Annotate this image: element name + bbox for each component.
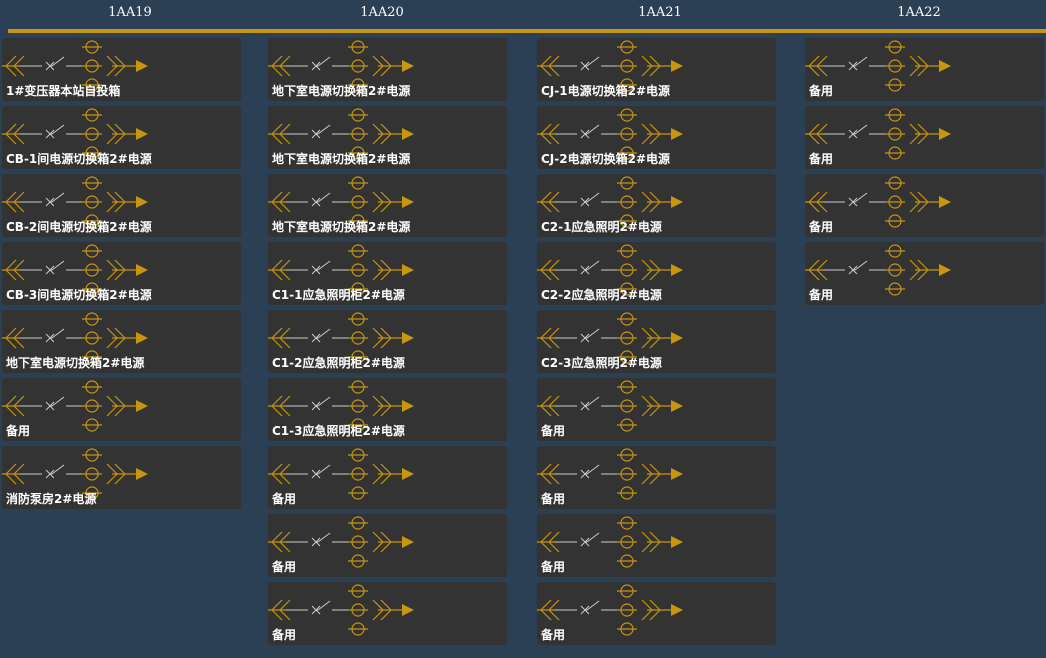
circuit-label: 备用 — [809, 288, 834, 302]
circuit-card[interactable]: 备用 — [268, 446, 507, 509]
circuit-card[interactable]: 备用 — [537, 514, 776, 577]
circuit-label: C2-3应急照明2#电源 — [541, 356, 662, 370]
cabinet-column-1aa19: 1#变压器本站自投箱 CB-1间电源切换箱2#电源 CB-2间电源切换箱2#电源 CB… — [2, 38, 241, 514]
circuit-label: 备用 — [272, 628, 297, 642]
circuit-label: 备用 — [541, 424, 566, 438]
circuit-label: 消防泵房2#电源 — [6, 492, 97, 506]
circuit-card[interactable]: CB-1间电源切换箱2#电源 — [2, 106, 241, 169]
circuit-card[interactable]: 备用 — [537, 446, 776, 509]
circuit-label: 1#变压器本站自投箱 — [6, 84, 121, 98]
circuit-card[interactable]: 备用 — [805, 174, 1044, 237]
circuit-label: 备用 — [809, 84, 834, 98]
circuit-card[interactable]: CB-3间电源切换箱2#电源 — [2, 242, 241, 305]
circuit-card[interactable]: 备用 — [2, 378, 241, 441]
circuit-label: C1-3应急照明柜2#电源 — [272, 424, 405, 438]
circuit-card[interactable]: 地下室电源切换箱2#电源 — [2, 310, 241, 373]
circuit-label: 备用 — [272, 560, 297, 574]
cabinet-column-1aa21: CJ-1电源切换箱2#电源 CJ-2电源切换箱2#电源 C2-1应急照明2#电源 C2… — [537, 38, 776, 650]
circuit-card[interactable]: 备用 — [805, 242, 1044, 305]
circuit-card[interactable]: 备用 — [268, 582, 507, 645]
circuit-card[interactable]: 备用 — [805, 106, 1044, 169]
column-title-1aa19: 1AA19 — [108, 5, 152, 20]
circuit-card[interactable]: C1-2应急照明柜2#电源 — [268, 310, 507, 373]
circuit-card[interactable]: C1-3应急照明柜2#电源 — [268, 378, 507, 441]
circuit-card[interactable]: CJ-2电源切换箱2#电源 — [537, 106, 776, 169]
circuit-card[interactable]: 备用 — [268, 514, 507, 577]
circuit-card[interactable]: 消防泵房2#电源 — [2, 446, 241, 509]
circuit-label: 备用 — [6, 424, 31, 438]
circuit-label: CB-3间电源切换箱2#电源 — [6, 288, 152, 302]
circuit-card[interactable]: 1#变压器本站自投箱 — [2, 38, 241, 101]
circuit-label: CB-1间电源切换箱2#电源 — [6, 152, 152, 166]
circuit-label: 备用 — [541, 628, 566, 642]
circuit-label: 备用 — [541, 560, 566, 574]
circuit-label: 地下室电源切换箱2#电源 — [272, 152, 411, 166]
circuit-card[interactable]: CB-2间电源切换箱2#电源 — [2, 174, 241, 237]
circuit-label: C2-1应急照明2#电源 — [541, 220, 662, 234]
circuit-label: C2-2应急照明2#电源 — [541, 288, 662, 302]
cabinet-column-1aa22: 备用 备用 备用 备用 — [805, 38, 1044, 310]
circuit-card[interactable]: C2-2应急照明2#电源 — [537, 242, 776, 305]
circuit-label: C1-1应急照明柜2#电源 — [272, 288, 405, 302]
circuit-card[interactable]: C1-1应急照明柜2#电源 — [268, 242, 507, 305]
column-title-1aa20: 1AA20 — [360, 5, 404, 20]
circuit-card[interactable]: 地下室电源切换箱2#电源 — [268, 38, 507, 101]
circuit-card[interactable]: 备用 — [805, 38, 1044, 101]
circuit-label: 备用 — [541, 492, 566, 506]
circuit-label: 地下室电源切换箱2#电源 — [6, 356, 145, 370]
circuit-card[interactable]: 地下室电源切换箱2#电源 — [268, 174, 507, 237]
column-title-1aa21: 1AA21 — [638, 5, 682, 20]
circuit-label: C1-2应急照明柜2#电源 — [272, 356, 405, 370]
circuit-card[interactable]: 地下室电源切换箱2#电源 — [268, 106, 507, 169]
circuit-card[interactable]: CJ-1电源切换箱2#电源 — [537, 38, 776, 101]
circuit-label: CJ-1电源切换箱2#电源 — [541, 84, 671, 98]
circuit-label: 备用 — [272, 492, 297, 506]
column-title-1aa22: 1AA22 — [897, 5, 941, 20]
circuit-card[interactable]: C2-1应急照明2#电源 — [537, 174, 776, 237]
circuit-label: 地下室电源切换箱2#电源 — [272, 84, 411, 98]
circuit-card[interactable]: 备用 — [537, 378, 776, 441]
circuit-label: 备用 — [809, 152, 834, 166]
circuit-label: 备用 — [809, 220, 834, 234]
circuit-label: CB-2间电源切换箱2#电源 — [6, 220, 152, 234]
circuit-card[interactable]: 备用 — [537, 582, 776, 645]
circuit-card[interactable]: C2-3应急照明2#电源 — [537, 310, 776, 373]
circuit-label: 地下室电源切换箱2#电源 — [272, 220, 411, 234]
header-divider — [8, 29, 1046, 33]
panel-header: 1AA19 1AA20 1AA21 1AA22 — [0, 0, 1046, 34]
circuit-label: CJ-2电源切换箱2#电源 — [541, 152, 671, 166]
cabinet-column-1aa20: 地下室电源切换箱2#电源 地下室电源切换箱2#电源 地下室电源切换箱2#电源 C1-1… — [268, 38, 507, 650]
